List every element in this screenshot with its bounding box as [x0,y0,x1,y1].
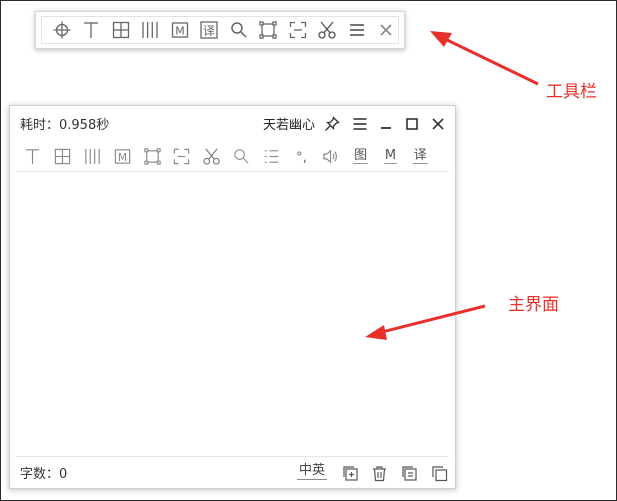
icon-row-capture-button[interactable] [167,143,197,169]
image-link-label: 图 [353,148,369,164]
icon-row-speak-button[interactable] [316,143,346,169]
image-link[interactable]: 图 [346,143,376,169]
main-annotation: 主界面 [508,295,559,315]
floating-toolbar: M 译 [35,11,405,49]
toolbar-annotation: 工具栏 [546,82,597,102]
maximize-icon [406,118,418,130]
toolbar-button-close[interactable] [372,16,402,44]
trash-icon [372,465,386,481]
merge-button[interactable] [398,462,420,484]
scissors-icon [318,21,336,39]
capture-region-icon [289,21,306,39]
m-box-icon: M [171,22,188,38]
screenshot-rect-icon [143,147,161,165]
window-titlebar: 耗时：0.958秒 天若幽心 [10,106,455,140]
maximize-button[interactable] [401,113,423,135]
window-menu-button[interactable] [349,113,371,135]
icon-row-search-button[interactable] [227,143,257,169]
text-cursor-icon [26,148,40,164]
toolbar-button-screenshot[interactable] [254,16,284,44]
m-box-icon: M [114,148,130,163]
speaker-icon [323,149,338,163]
toolbar-button-text[interactable] [77,16,107,44]
toolbar-button-columns[interactable] [136,16,166,44]
window-close-button[interactable] [427,113,449,135]
crosshair-icon [53,21,71,39]
toolbar-button-m[interactable]: M [165,16,195,44]
new-note-button[interactable] [339,462,361,484]
m-link-label: M [383,148,398,164]
toolbar-button-capture[interactable] [283,16,313,44]
add-copy-icon [342,465,358,481]
icon-row-columns-button[interactable] [78,143,108,169]
close-icon [432,118,444,130]
delete-button[interactable] [368,462,390,484]
toolbar-button-cut[interactable] [313,16,343,44]
icon-row-m-button[interactable]: M [107,143,137,169]
text-cursor-icon [84,22,99,38]
toolbar-button-search[interactable] [224,16,254,44]
screenshot-rect-icon [259,21,277,39]
toolbar-button-translate[interactable]: 译 [195,16,225,44]
svg-text:M: M [118,151,127,163]
degree-comma-icon: °, [296,150,307,165]
icon-row-screenshot-button[interactable] [137,143,167,169]
icon-row-text-button[interactable] [18,143,48,169]
search-icon [231,22,247,38]
toolbar-inner: M 译 [41,16,399,44]
toolbar-button-table[interactable] [106,16,136,44]
translate-link[interactable]: 译 [405,143,435,169]
elapsed-time: 耗时：0.958秒 [20,118,110,133]
toolbar-button-crosshair[interactable] [47,16,77,44]
columns-icon [85,148,100,164]
copy-button[interactable] [428,462,450,484]
translate-icon: 译 [200,21,218,39]
main-window: 耗时：0.958秒 天若幽心 M °, 图 M 译 字数：0 中英 [9,105,456,489]
minimize-button[interactable] [375,113,397,135]
stack-icon [401,465,417,481]
table-icon [112,21,129,39]
pin-icon [325,116,340,131]
columns-icon [142,22,158,38]
scissors-icon [203,148,220,165]
capture-region-icon [174,148,190,164]
pin-button[interactable] [321,113,343,135]
close-icon [380,24,392,36]
svg-text:译: 译 [203,24,215,38]
icon-row-punctuation-button[interactable]: °, [286,143,316,169]
table-icon [54,148,71,164]
svg-text:°,: °, [296,150,307,165]
icon-row-list-button[interactable] [256,143,286,169]
icon-row-table-button[interactable] [48,143,78,169]
translate-link-label: 译 [412,148,428,164]
toolbar-button-menu[interactable] [342,16,372,44]
icon-row-cut-button[interactable] [197,143,227,169]
text-area[interactable] [16,172,449,456]
language-toggle[interactable]: 中英 [297,463,328,480]
copy-icon [431,465,447,481]
word-count: 字数：0 [20,467,68,482]
search-icon [234,148,249,164]
minimize-icon [381,127,391,129]
status-bar: 字数：0 中英 [10,457,455,488]
menu-icon [353,118,367,130]
svg-text:M: M [175,25,185,38]
m-link[interactable]: M [376,143,406,169]
list-icon [264,149,278,163]
main-icon-row: M °, 图 M 译 [18,142,449,170]
author-name: 天若幽心 [263,118,316,133]
menu-icon [349,24,364,36]
